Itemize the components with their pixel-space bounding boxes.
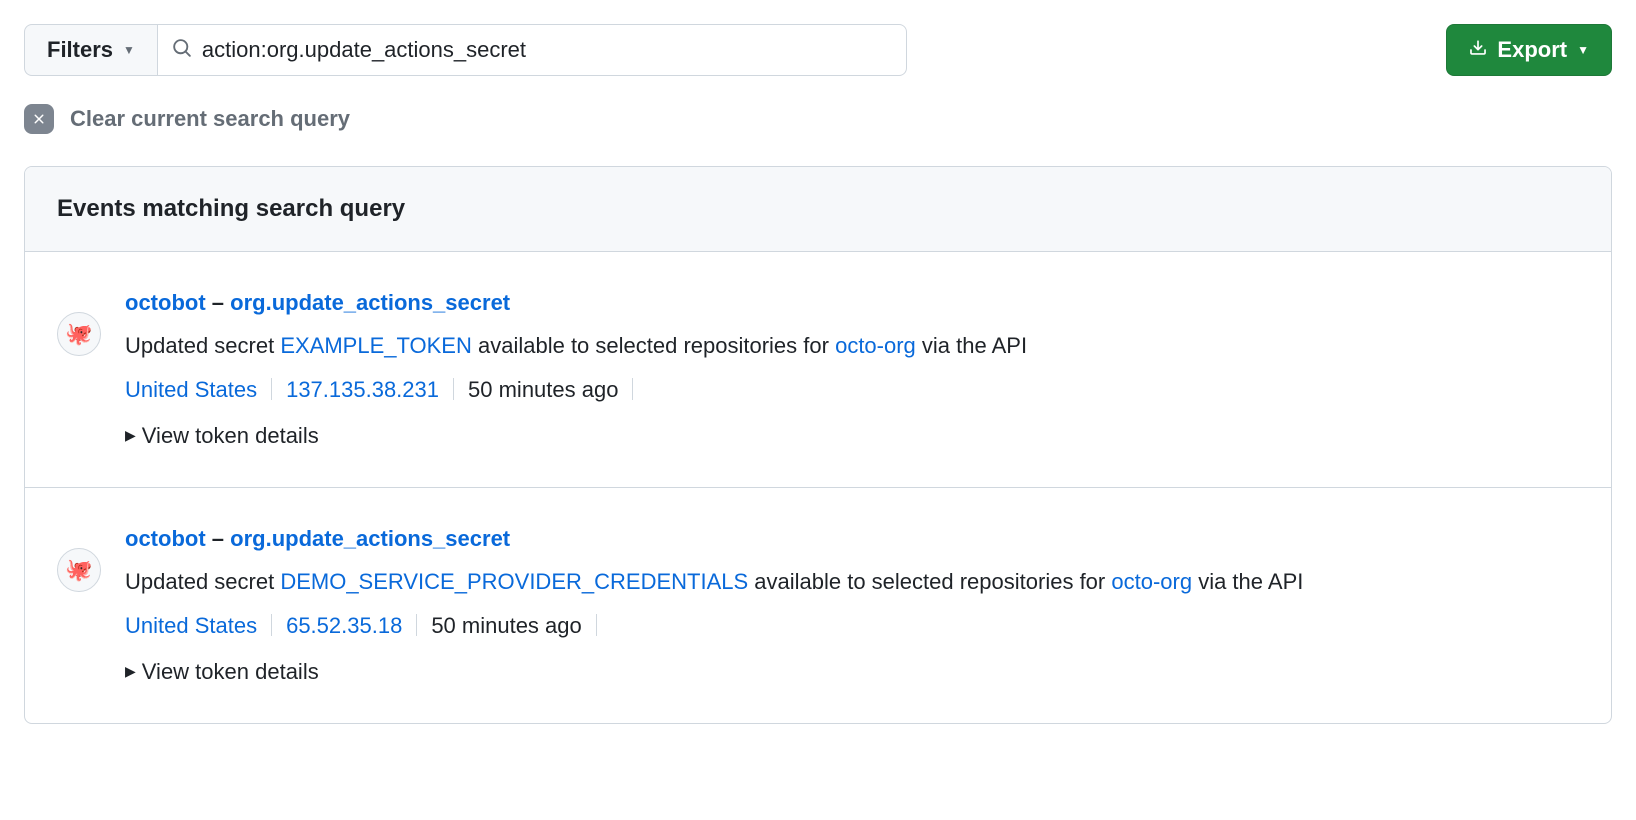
- filters-button[interactable]: Filters ▼: [24, 24, 157, 76]
- action-link[interactable]: org.update_actions_secret: [230, 526, 510, 551]
- dash-separator: –: [212, 290, 230, 315]
- filters-label: Filters: [47, 37, 113, 63]
- pipe-separator: [632, 378, 633, 400]
- event-body: octobot – org.update_actions_secret Upda…: [125, 284, 1579, 455]
- toolbar: Filters ▼ Export ▼: [24, 24, 1612, 76]
- caret-down-icon: ▼: [1577, 43, 1589, 57]
- secret-link[interactable]: EXAMPLE_TOKEN: [280, 333, 472, 358]
- org-link[interactable]: octo-org: [1111, 569, 1192, 594]
- pipe-separator: [596, 614, 597, 636]
- download-icon: [1469, 37, 1487, 63]
- desc-suffix: via the API: [916, 333, 1027, 358]
- details-label: View token details: [142, 417, 319, 454]
- clear-text: Clear current search query: [70, 106, 350, 132]
- location-link[interactable]: United States: [125, 371, 257, 408]
- search-icon: [172, 38, 192, 63]
- meta-row: United States 137.135.38.231 50 minutes …: [125, 371, 1579, 408]
- event-body: octobot – org.update_actions_secret Upda…: [125, 520, 1579, 691]
- clear-search-query[interactable]: Clear current search query: [24, 104, 350, 134]
- events-panel: Events matching search query 🐙 octobot –…: [24, 166, 1612, 724]
- avatar[interactable]: 🐙: [57, 548, 101, 592]
- triangle-right-icon: ▶: [125, 660, 136, 684]
- view-token-details[interactable]: ▶ View token details: [125, 417, 319, 454]
- event-title: octobot – org.update_actions_secret: [125, 284, 1579, 321]
- desc-prefix: Updated secret: [125, 333, 280, 358]
- avatar-emoji: 🐙: [65, 557, 92, 583]
- event-row: 🐙 octobot – org.update_actions_secret Up…: [25, 252, 1611, 488]
- triangle-right-icon: ▶: [125, 424, 136, 448]
- avatar-emoji: 🐙: [65, 321, 92, 347]
- event-description: Updated secret EXAMPLE_TOKEN available t…: [125, 327, 1579, 364]
- desc-prefix: Updated secret: [125, 569, 280, 594]
- export-label: Export: [1497, 37, 1567, 63]
- time-text: 50 minutes ago: [431, 607, 581, 644]
- caret-down-icon: ▼: [123, 43, 135, 57]
- desc-suffix: via the API: [1192, 569, 1303, 594]
- event-title: octobot – org.update_actions_secret: [125, 520, 1579, 557]
- desc-mid: available to selected repositories for: [472, 333, 835, 358]
- actor-link[interactable]: octobot: [125, 290, 206, 315]
- ip-link[interactable]: 65.52.35.18: [286, 607, 402, 644]
- export-button[interactable]: Export ▼: [1446, 24, 1612, 76]
- view-token-details[interactable]: ▶ View token details: [125, 653, 319, 690]
- panel-header: Events matching search query: [25, 167, 1611, 252]
- pipe-separator: [271, 378, 272, 400]
- avatar[interactable]: 🐙: [57, 312, 101, 356]
- secret-link[interactable]: DEMO_SERVICE_PROVIDER_CREDENTIALS: [280, 569, 748, 594]
- search-input[interactable]: [202, 25, 892, 75]
- pipe-separator: [271, 614, 272, 636]
- pipe-separator: [453, 378, 454, 400]
- dash-separator: –: [212, 526, 230, 551]
- event-row: 🐙 octobot – org.update_actions_secret Up…: [25, 488, 1611, 723]
- close-icon: [24, 104, 54, 134]
- pipe-separator: [416, 614, 417, 636]
- time-text: 50 minutes ago: [468, 371, 618, 408]
- location-link[interactable]: United States: [125, 607, 257, 644]
- actor-link[interactable]: octobot: [125, 526, 206, 551]
- event-description: Updated secret DEMO_SERVICE_PROVIDER_CRE…: [125, 563, 1579, 600]
- action-link[interactable]: org.update_actions_secret: [230, 290, 510, 315]
- ip-link[interactable]: 137.135.38.231: [286, 371, 439, 408]
- meta-row: United States 65.52.35.18 50 minutes ago: [125, 607, 1579, 644]
- org-link[interactable]: octo-org: [835, 333, 916, 358]
- search-container[interactable]: [157, 24, 907, 76]
- desc-mid: available to selected repositories for: [748, 569, 1111, 594]
- details-label: View token details: [142, 653, 319, 690]
